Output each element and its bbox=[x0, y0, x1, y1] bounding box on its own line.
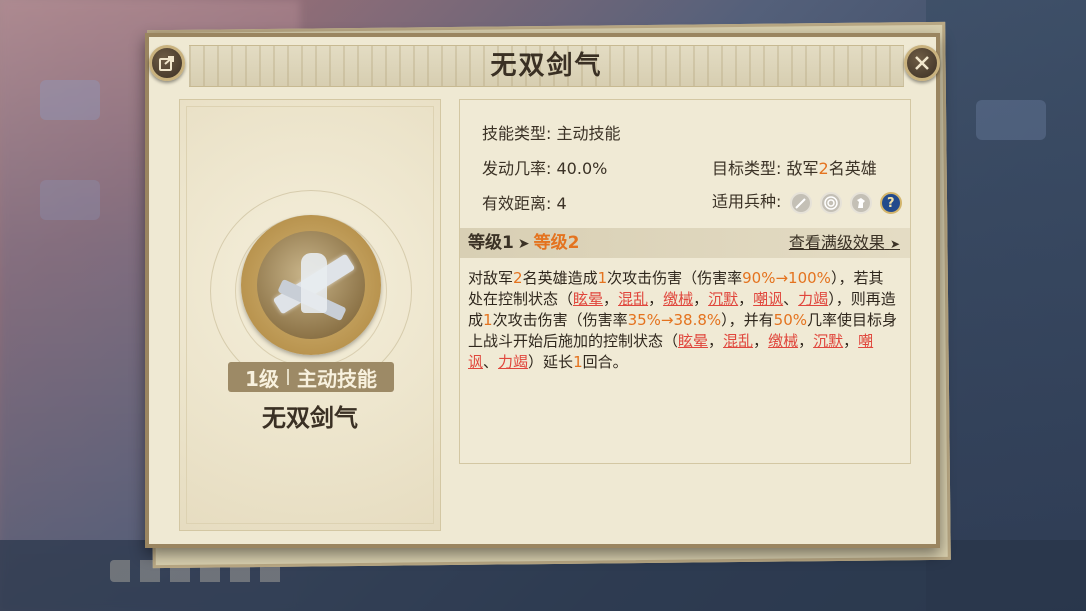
skill-type-label: 技能类型: bbox=[482, 124, 552, 143]
close-icon bbox=[915, 56, 929, 70]
skill-icon-frame bbox=[241, 215, 381, 355]
desc-punct: 、 bbox=[783, 290, 799, 308]
target-suffix: 名英雄 bbox=[828, 159, 877, 178]
trigger-rate-value: 40.0% bbox=[556, 159, 608, 178]
desc-number: 90%→100% bbox=[742, 269, 831, 287]
skill-card: 1级 主动技能 无双剑气 bbox=[179, 99, 441, 531]
range-label: 有效距离: bbox=[482, 194, 552, 213]
share-icon bbox=[159, 56, 174, 71]
skill-detail-dialog: 无双剑气 1级 主动技能 无双剑气 技能类型: 主动技能 发动几率: 40.0%… bbox=[145, 33, 940, 548]
desc-text: ）延长 bbox=[528, 353, 574, 371]
trigger-rate-label: 发动几率: bbox=[482, 159, 552, 178]
skill-type-row: 技能类型: 主动技能 bbox=[482, 120, 621, 144]
desc-text: 次攻击伤害（伤害率 bbox=[607, 269, 743, 287]
desc-punct: ， bbox=[753, 332, 769, 350]
skill-name: 无双剑气 bbox=[262, 404, 358, 432]
close-button[interactable] bbox=[904, 45, 940, 81]
desc-number: 50% bbox=[773, 311, 807, 329]
status-link-exhaust[interactable]: 力竭 bbox=[798, 290, 828, 308]
desc-text: ），并有 bbox=[721, 311, 774, 329]
desc-text: 回合。 bbox=[582, 353, 628, 371]
desc-text: 对敌军 bbox=[468, 269, 514, 287]
desc-number: 2 bbox=[513, 269, 523, 287]
badge-separator bbox=[286, 369, 289, 385]
status-link-silence[interactable]: 沉默 bbox=[813, 332, 843, 350]
desc-punct: ， bbox=[843, 332, 859, 350]
help-icon[interactable]: ? bbox=[879, 191, 902, 214]
status-link-silence[interactable]: 沉默 bbox=[708, 290, 738, 308]
level-bar: 等级1 ➤ 等级2 查看满级效果 ➤ bbox=[460, 228, 910, 258]
status-link-confusion[interactable]: 混乱 bbox=[618, 290, 648, 308]
trigger-rate-row: 发动几率: 40.0% bbox=[482, 155, 607, 179]
warrior-shape bbox=[301, 253, 327, 313]
current-level: 等级1 bbox=[468, 233, 514, 253]
background-ui-element bbox=[976, 100, 1046, 140]
desc-punct: ， bbox=[693, 290, 709, 308]
desc-number: 35%→38.8% bbox=[627, 311, 722, 329]
desc-punct: ， bbox=[798, 332, 814, 350]
desc-number: 1 bbox=[483, 311, 493, 329]
desc-punct: ， bbox=[708, 332, 724, 350]
target-type-row: 目标类型: 敌军2名英雄 bbox=[712, 155, 877, 179]
range-value: 4 bbox=[556, 194, 567, 213]
dialog-title: 无双剑气 bbox=[490, 51, 603, 81]
status-link-exhaust[interactable]: 力竭 bbox=[498, 353, 528, 371]
bow-target-icon[interactable] bbox=[819, 191, 842, 214]
level-progression: 等级1 ➤ 等级2 bbox=[468, 228, 579, 259]
troop-type-label: 适用兵种: bbox=[712, 192, 782, 211]
skill-description: 对敌军2名英雄造成1次攻击伤害（伤害率90%→100%），若其处在控制状态（眩晕… bbox=[468, 268, 898, 373]
skill-info-panel: 技能类型: 主动技能 发动几率: 40.0% 目标类型: 敌军2名英雄 有效距离… bbox=[459, 99, 911, 464]
share-button[interactable] bbox=[149, 45, 185, 81]
next-level: 等级2 bbox=[533, 233, 580, 253]
background-ui-element bbox=[40, 80, 100, 120]
view-max-label: 查看满级效果 bbox=[788, 233, 885, 252]
sword-icon[interactable] bbox=[789, 191, 812, 214]
target-count: 2 bbox=[818, 159, 829, 178]
status-link-stun[interactable]: 眩晕 bbox=[678, 332, 708, 350]
status-link-confusion[interactable]: 混乱 bbox=[723, 332, 753, 350]
skill-type-value: 主动技能 bbox=[556, 124, 621, 143]
chevron-right-icon: ➤ bbox=[889, 237, 900, 251]
status-link-disarm[interactable]: 缴械 bbox=[768, 332, 798, 350]
desc-text: 名英雄造成 bbox=[522, 269, 598, 287]
desc-punct: ， bbox=[648, 290, 664, 308]
sword-qi-skill-icon bbox=[257, 231, 365, 339]
target-prefix: 敌军 bbox=[786, 159, 819, 178]
range-row: 有效距离: 4 bbox=[482, 190, 567, 214]
title-bar: 无双剑气 bbox=[189, 45, 904, 87]
desc-number: 1 bbox=[573, 353, 583, 371]
desc-punct: 、 bbox=[483, 353, 499, 371]
status-link-stun[interactable]: 眩晕 bbox=[573, 290, 603, 308]
target-type-label: 目标类型: bbox=[712, 159, 782, 178]
status-link-taunt[interactable]: 嘲讽 bbox=[753, 290, 783, 308]
status-link-disarm[interactable]: 缴械 bbox=[663, 290, 693, 308]
cavalry-horse-icon[interactable] bbox=[849, 191, 872, 214]
view-max-level-link[interactable]: 查看满级效果 ➤ bbox=[789, 228, 900, 259]
desc-text: 次攻击伤害（伤害率 bbox=[492, 311, 628, 329]
background-ui-element bbox=[40, 180, 100, 220]
desc-number: 1 bbox=[597, 269, 608, 287]
skill-level: 1级 bbox=[245, 366, 279, 391]
level-arrow-icon: ➤ bbox=[517, 236, 530, 252]
skill-type: 主动技能 bbox=[296, 366, 377, 391]
skill-level-badge: 1级 主动技能 bbox=[228, 362, 394, 392]
troop-type-row: 适用兵种: ? bbox=[712, 188, 902, 214]
desc-punct: ， bbox=[603, 290, 619, 308]
desc-punct: ， bbox=[738, 290, 754, 308]
